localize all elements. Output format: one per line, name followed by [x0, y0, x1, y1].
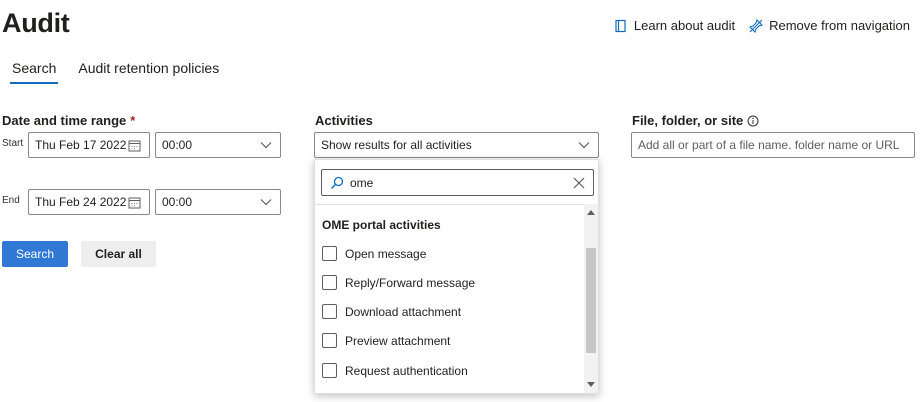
- activities-selected-value: Show results for all activities: [321, 138, 472, 152]
- activities-label: Activities: [315, 113, 373, 128]
- list-item-label: Open message: [345, 246, 427, 261]
- tab-search[interactable]: Search: [9, 60, 59, 84]
- search-button[interactable]: Search: [2, 241, 68, 267]
- end-time-select[interactable]: 00:00: [155, 189, 281, 215]
- checkbox[interactable]: [322, 246, 337, 261]
- checkbox[interactable]: [322, 333, 337, 348]
- calendar-icon: [128, 140, 141, 151]
- info-icon[interactable]: [747, 115, 759, 127]
- file-folder-input[interactable]: Add all or part of a file name. folder n…: [631, 132, 915, 158]
- list-item-label: Reply/Forward message: [345, 275, 476, 290]
- search-icon: [331, 176, 344, 189]
- checkbox[interactable]: [322, 363, 337, 378]
- end-label: End: [2, 195, 20, 206]
- dropdown-divider: [315, 204, 598, 205]
- file-folder-label: File, folder, or site: [632, 113, 759, 128]
- file-folder-placeholder: Add all or part of a file name. folder n…: [638, 138, 900, 152]
- activities-search-value: ome: [350, 175, 374, 190]
- checkbox[interactable]: [322, 304, 337, 319]
- list-item[interactable]: Request authentication: [322, 363, 468, 378]
- start-time-value: 00:00: [162, 138, 193, 152]
- close-icon[interactable]: [573, 177, 585, 189]
- scroll-thumb[interactable]: [586, 248, 596, 353]
- group-header: OME portal activities: [322, 218, 441, 232]
- required-mark: *: [130, 113, 136, 128]
- page-title: Audit: [2, 8, 70, 38]
- list-item-label: Preview attachment: [345, 333, 451, 348]
- date-range-label-text: Date and time range: [2, 113, 127, 128]
- activities-search-input[interactable]: ome: [321, 169, 594, 196]
- activities-label-text: Activities: [315, 113, 373, 128]
- scroll-up-arrow-icon[interactable]: [587, 210, 595, 215]
- tab-bar: Search Audit retention policies: [9, 60, 219, 84]
- book-icon: [615, 19, 626, 32]
- end-date-value: Thu Feb 24 2022: [35, 195, 127, 209]
- list-item[interactable]: Preview attachment: [322, 333, 450, 348]
- list-item[interactable]: Download attachment: [322, 304, 461, 319]
- learn-about-audit-link[interactable]: Learn about audit: [614, 18, 735, 33]
- end-date-picker[interactable]: Thu Feb 24 2022: [28, 189, 150, 215]
- remove-from-navigation-link[interactable]: Remove from navigation: [749, 18, 910, 33]
- start-date-value: Thu Feb 17 2022: [35, 138, 127, 152]
- activities-dropdown: ome OME portal activities Open message R…: [314, 159, 599, 394]
- list-item-label: Download attachment: [345, 304, 462, 319]
- chevron-down-icon: [260, 142, 272, 149]
- activities-select[interactable]: Show results for all activities: [314, 132, 599, 158]
- remove-from-navigation-label: Remove from navigation: [769, 18, 910, 33]
- list-item[interactable]: Open message: [322, 246, 426, 261]
- start-date-picker[interactable]: Thu Feb 17 2022: [28, 132, 150, 158]
- learn-about-audit-label: Learn about audit: [633, 18, 736, 33]
- clear-all-button[interactable]: Clear all: [81, 241, 156, 267]
- top-links: Learn about audit Remove from navigation: [614, 18, 910, 33]
- calendar-icon: [128, 197, 141, 208]
- list-item[interactable]: Reply/Forward message: [322, 275, 475, 290]
- checkbox[interactable]: [322, 275, 337, 290]
- chevron-down-icon: [578, 142, 590, 149]
- scroll-down-arrow-icon[interactable]: [587, 382, 595, 387]
- start-time-select[interactable]: 00:00: [155, 132, 281, 158]
- chevron-down-icon: [260, 199, 272, 206]
- unpin-icon: [749, 18, 764, 33]
- list-item-label: Request authentication: [345, 363, 468, 378]
- tab-audit-retention-policies[interactable]: Audit retention policies: [78, 60, 219, 84]
- date-range-label: Date and time range *: [2, 113, 135, 128]
- start-label: Start: [2, 138, 24, 149]
- end-time-value: 00:00: [162, 195, 193, 209]
- dropdown-scrollbar[interactable]: [584, 204, 598, 393]
- file-folder-label-text: File, folder, or site: [632, 113, 744, 128]
